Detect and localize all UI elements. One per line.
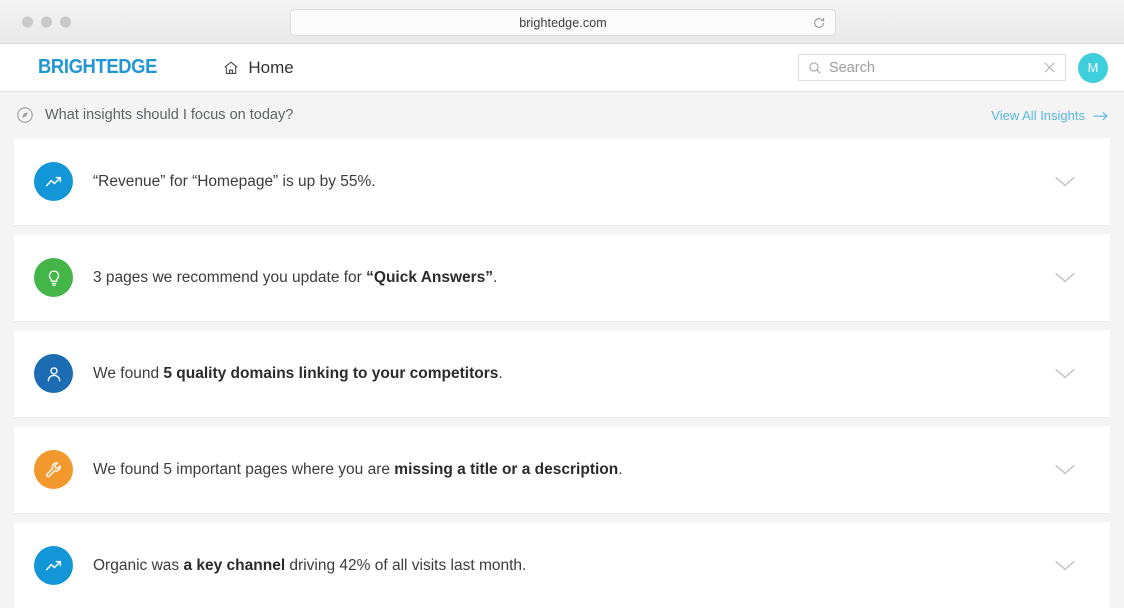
insight-card[interactable]: “Revenue” for “Homepage” is up by 55%.	[14, 138, 1110, 225]
search-input[interactable]	[829, 60, 1019, 76]
search-box[interactable]	[798, 54, 1066, 81]
address-bar[interactable]: brightedge.com	[290, 9, 836, 36]
insights-question: What insights should I focus on today?	[16, 106, 293, 124]
minimize-dot[interactable]	[41, 16, 52, 27]
insight-card-text: We found 5 important pages where you are…	[93, 461, 623, 479]
header-right-group: M	[798, 53, 1108, 83]
insight-card[interactable]: We found 5 important pages where you are…	[14, 426, 1110, 513]
chevron-down-icon[interactable]	[1054, 559, 1076, 572]
lightbulb-icon	[34, 258, 73, 297]
search-icon	[808, 61, 822, 75]
chevron-down-icon[interactable]	[1054, 175, 1076, 188]
compass-icon	[16, 106, 34, 124]
chevron-down-icon[interactable]	[1054, 271, 1076, 284]
insights-question-text: What insights should I focus on today?	[45, 107, 293, 123]
reload-icon[interactable]	[812, 16, 826, 30]
view-all-insights-link[interactable]: View All Insights	[991, 108, 1108, 123]
url-text: brightedge.com	[519, 16, 607, 30]
insight-card-list: “Revenue” for “Homepage” is up by 55%. 3 …	[0, 138, 1124, 608]
home-icon	[222, 59, 240, 77]
insights-header: What insights should I focus on today? V…	[0, 92, 1124, 138]
app-header: BRIGHTEDGE Home M	[0, 44, 1124, 92]
insight-card[interactable]: Organic was a key channel driving 42% of…	[14, 522, 1110, 608]
trending-up-icon	[34, 546, 73, 585]
insight-card-text: 3 pages we recommend you update for “Qui…	[93, 269, 497, 287]
insight-card-text: “Revenue” for “Homepage” is up by 55%.	[93, 173, 376, 191]
trending-up-icon	[34, 162, 73, 201]
chevron-down-icon[interactable]	[1054, 367, 1076, 380]
close-icon[interactable]	[1043, 61, 1056, 74]
nav-item-home-label: Home	[248, 58, 293, 78]
nav-item-home[interactable]: Home	[222, 58, 293, 78]
insight-card[interactable]: 3 pages we recommend you update for “Qui…	[14, 234, 1110, 321]
chevron-down-icon[interactable]	[1054, 463, 1076, 476]
maximize-dot[interactable]	[60, 16, 71, 27]
window-controls	[22, 16, 71, 27]
avatar[interactable]: M	[1078, 53, 1108, 83]
user-icon	[34, 354, 73, 393]
insights-page: What insights should I focus on today? V…	[0, 92, 1124, 608]
wrench-icon	[34, 450, 73, 489]
browser-chrome: brightedge.com	[0, 0, 1124, 44]
close-dot[interactable]	[22, 16, 33, 27]
brightedge-logo[interactable]: BRIGHTEDGE	[38, 56, 157, 79]
view-all-insights-label: View All Insights	[991, 108, 1085, 123]
insight-card-text: Organic was a key channel driving 42% of…	[93, 557, 526, 575]
insight-card-text: We found 5 quality domains linking to yo…	[93, 365, 503, 383]
insight-card[interactable]: We found 5 quality domains linking to yo…	[14, 330, 1110, 417]
arrow-right-icon	[1093, 110, 1108, 121]
